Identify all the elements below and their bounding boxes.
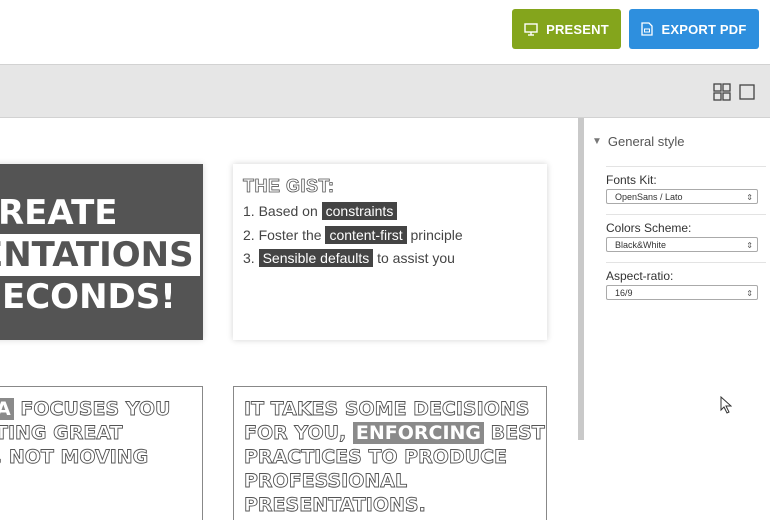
export-pdf-button[interactable]: EXPORT PDF: [629, 9, 759, 49]
gist-item: 3. Sensible defaults to assist you: [243, 249, 455, 267]
aspect-ratio-field: Aspect-ratio: 16/9 ⇕: [606, 262, 766, 300]
caret-down-icon: ▼: [592, 136, 602, 147]
gist-item: 1. Based on constraints: [243, 200, 463, 224]
aspect-ratio-select[interactable]: 16/9 ⇕: [606, 285, 758, 300]
fonts-kit-select[interactable]: OpenSans / Lato ⇕: [606, 189, 758, 204]
present-label: PRESENT: [546, 21, 609, 37]
fonts-kit-field: Fonts Kit: OpenSans / Lato ⇕: [606, 166, 766, 204]
grid-view-icon[interactable]: [713, 83, 731, 101]
colors-scheme-select[interactable]: Black&White ⇕: [606, 237, 758, 252]
takes-line-5: PRESENTATIONS.: [244, 494, 427, 517]
updown-arrows-icon: ⇕: [746, 241, 753, 250]
gist-list: 1. Based on constraints 2. Foster the co…: [243, 200, 463, 271]
gist-highlight: constraints: [321, 202, 398, 220]
mouse-cursor-icon: [720, 395, 733, 419]
slides-canvas: REATE ENTATIONS ECONDS! THE GIST: 1. Bas…: [0, 118, 578, 520]
colors-scheme-field: Colors Scheme: Black&White ⇕: [606, 214, 766, 252]
general-style-toggle[interactable]: ▼ General style: [592, 134, 685, 149]
focus-line-2: TING GREAT: [0, 422, 123, 445]
gist-highlight: content-first: [325, 225, 407, 244]
title-line-1: REATE: [0, 193, 118, 233]
gist-highlight: Sensible defaults: [258, 249, 374, 267]
updown-arrows-icon: ⇕: [746, 193, 753, 202]
decisions-slide[interactable]: IT TAKES SOME DECISIONS FOR YOU, ENFORCI…: [233, 386, 547, 520]
takes-line-1: IT TAKES SOME DECISIONS: [244, 398, 530, 421]
focus-line-3: , NOT MOVING: [0, 446, 149, 469]
top-bar: PRESENT EXPORT PDF: [0, 0, 770, 64]
focus-line-1: A FOCUSES YOU: [0, 397, 171, 421]
fonts-kit-label: Fonts Kit:: [606, 173, 657, 187]
title-line-2: ENTATIONS: [0, 234, 200, 276]
gist-title: THE GIST:: [243, 176, 335, 197]
view-toolbar: [0, 64, 770, 118]
single-view-icon[interactable]: [738, 83, 756, 101]
presentation-icon: [524, 22, 538, 36]
style-panel: ▼ General style Fonts Kit: OpenSans / La…: [584, 118, 770, 520]
panel-title: General style: [607, 134, 685, 149]
title-line-3: ECONDS!: [2, 277, 176, 317]
focus-slide[interactable]: A FOCUSES YOU TING GREAT , NOT MOVING: [0, 386, 203, 520]
takes-line-4: PROFESSIONAL: [244, 470, 408, 493]
gist-item: 2. Foster the content-first principle: [243, 225, 463, 244]
takes-line-2: FOR YOU, ENFORCING BEST: [244, 422, 546, 445]
takes-line-3: PRACTICES TO PRODUCE: [244, 446, 508, 469]
aspect-ratio-label: Aspect-ratio:: [606, 269, 674, 283]
export-pdf-label: EXPORT PDF: [661, 21, 747, 37]
pdf-file-icon: [641, 22, 654, 36]
present-button[interactable]: PRESENT: [512, 9, 621, 49]
colors-scheme-label: Colors Scheme:: [606, 221, 692, 235]
gist-slide[interactable]: THE GIST: 1. Based on constraints 2. Fos…: [233, 164, 547, 340]
title-slide[interactable]: REATE ENTATIONS ECONDS!: [0, 164, 203, 340]
updown-arrows-icon: ⇕: [746, 289, 753, 298]
